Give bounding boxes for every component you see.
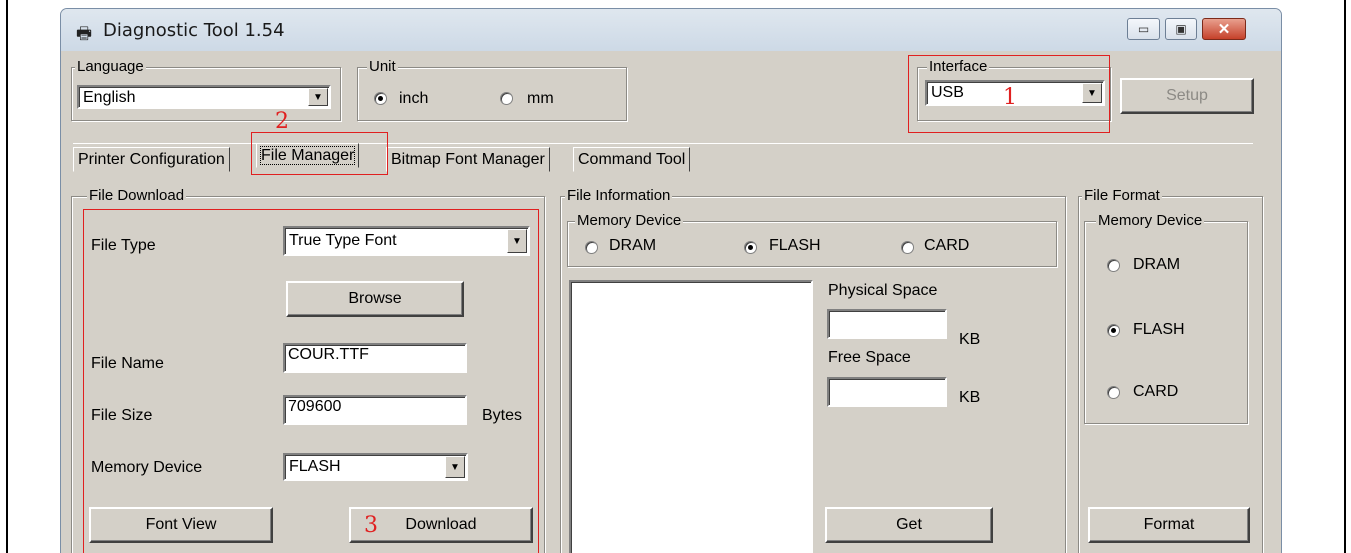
format-card-radio[interactable] xyxy=(1107,386,1120,399)
setup-button[interactable]: Setup xyxy=(1120,78,1254,114)
info-dram-radio[interactable] xyxy=(585,241,598,254)
tab-label: Bitmap Font Manager xyxy=(391,151,545,168)
window-title: Diagnostic Tool 1.54 xyxy=(103,20,285,41)
tab-bitmap-font-manager[interactable]: Bitmap Font Manager xyxy=(386,147,550,172)
file-size-value: 709600 xyxy=(288,398,342,415)
annotation-step-2: 2 xyxy=(275,109,289,134)
memory-device-label: Memory Device xyxy=(91,459,203,476)
format-button[interactable]: Format xyxy=(1088,507,1250,543)
format-card-label: CARD xyxy=(1133,383,1179,400)
download-label: Download xyxy=(405,516,477,533)
chevron-down-icon[interactable]: ▼ xyxy=(507,229,527,253)
get-button[interactable]: Get xyxy=(825,507,993,543)
get-label: Get xyxy=(896,516,922,533)
language-group-label: Language xyxy=(75,58,146,75)
format-memory-device-label: Memory Device xyxy=(1096,212,1205,229)
unit-inch-label: inch xyxy=(399,90,429,107)
annotation-box-file-download xyxy=(83,209,539,553)
info-card-radio[interactable] xyxy=(901,241,914,254)
info-flash-radio[interactable] xyxy=(744,241,757,254)
physical-space-unit: KB xyxy=(959,331,981,348)
memory-device-select[interactable]: FLASH ▼ xyxy=(283,453,468,481)
info-flash-label: FLASH xyxy=(769,237,821,254)
memory-device-value: FLASH xyxy=(289,458,341,475)
annotation-step-1: 1 xyxy=(1003,85,1017,110)
physical-space-field[interactable] xyxy=(827,309,947,339)
tab-command-tool[interactable]: Command Tool xyxy=(573,147,691,172)
free-space-field[interactable] xyxy=(827,377,947,407)
maximize-icon: ▣ xyxy=(1175,22,1187,36)
info-card-label: CARD xyxy=(924,237,970,254)
font-view-label: Font View xyxy=(145,516,217,533)
file-type-label: File Type xyxy=(91,237,156,254)
format-label: Format xyxy=(1143,516,1195,533)
app-window: 🖶 Diagnostic Tool 1.54 ▭ ▣ ✕ Language En… xyxy=(60,8,1282,553)
info-dram-label: DRAM xyxy=(609,237,657,254)
tab-label: Command Tool xyxy=(578,151,686,168)
free-space-unit: KB xyxy=(959,389,981,406)
format-dram-radio[interactable] xyxy=(1107,259,1120,272)
file-size-label: File Size xyxy=(91,407,153,424)
file-size-unit: Bytes xyxy=(482,407,523,424)
file-format-group-label: File Format xyxy=(1082,187,1162,204)
unit-group xyxy=(357,67,627,121)
file-size-field[interactable]: 709600 xyxy=(283,395,467,425)
browse-label: Browse xyxy=(348,290,402,307)
file-name-value: COUR.TTF xyxy=(288,346,369,363)
unit-mm-radio[interactable] xyxy=(500,92,513,105)
free-space-label: Free Space xyxy=(828,349,911,366)
format-dram-label: DRAM xyxy=(1133,256,1181,273)
tab-strip-line xyxy=(73,143,1253,144)
physical-space-label: Physical Space xyxy=(828,282,938,299)
title-bar[interactable]: 🖶 Diagnostic Tool 1.54 ▭ ▣ ✕ xyxy=(61,9,1281,51)
format-flash-radio[interactable] xyxy=(1107,324,1120,337)
info-memory-device-label: Memory Device xyxy=(575,212,684,229)
chevron-down-icon[interactable]: ▼ xyxy=(445,456,465,478)
language-select[interactable]: English ▼ xyxy=(77,85,331,109)
window-content: Language English ▼ Unit inch mm Interfac… xyxy=(61,51,1281,553)
file-list[interactable] xyxy=(569,280,813,553)
file-type-value: True Type Font xyxy=(289,232,397,249)
printer-icon: 🖶 xyxy=(76,24,93,43)
format-flash-label: FLASH xyxy=(1133,321,1185,338)
unit-group-label: Unit xyxy=(367,58,398,75)
chevron-down-icon[interactable]: ▼ xyxy=(308,88,328,106)
tab-printer-configuration[interactable]: Printer Configuration xyxy=(73,147,230,172)
annotation-box-file-manager xyxy=(251,132,388,175)
file-type-select[interactable]: True Type Font ▼ xyxy=(283,226,530,256)
file-name-label: File Name xyxy=(91,355,164,372)
tab-label: Printer Configuration xyxy=(78,151,225,168)
annotation-step-3: 3 xyxy=(364,513,378,538)
language-value: English xyxy=(83,89,136,106)
browse-button[interactable]: Browse xyxy=(286,281,464,317)
file-name-field[interactable]: COUR.TTF xyxy=(283,343,467,373)
maximize-button[interactable]: ▣ xyxy=(1165,18,1197,40)
close-icon: ✕ xyxy=(1217,21,1231,38)
file-download-group-label: File Download xyxy=(87,187,187,204)
unit-inch-radio[interactable] xyxy=(374,92,387,105)
font-view-button[interactable]: Font View xyxy=(89,507,273,543)
setup-label: Setup xyxy=(1166,87,1208,104)
minimize-icon: ▭ xyxy=(1137,22,1150,36)
minimize-button[interactable]: ▭ xyxy=(1127,18,1160,40)
unit-mm-label: mm xyxy=(527,90,554,107)
close-button[interactable]: ✕ xyxy=(1202,18,1246,40)
file-information-group-label: File Information xyxy=(565,187,673,204)
